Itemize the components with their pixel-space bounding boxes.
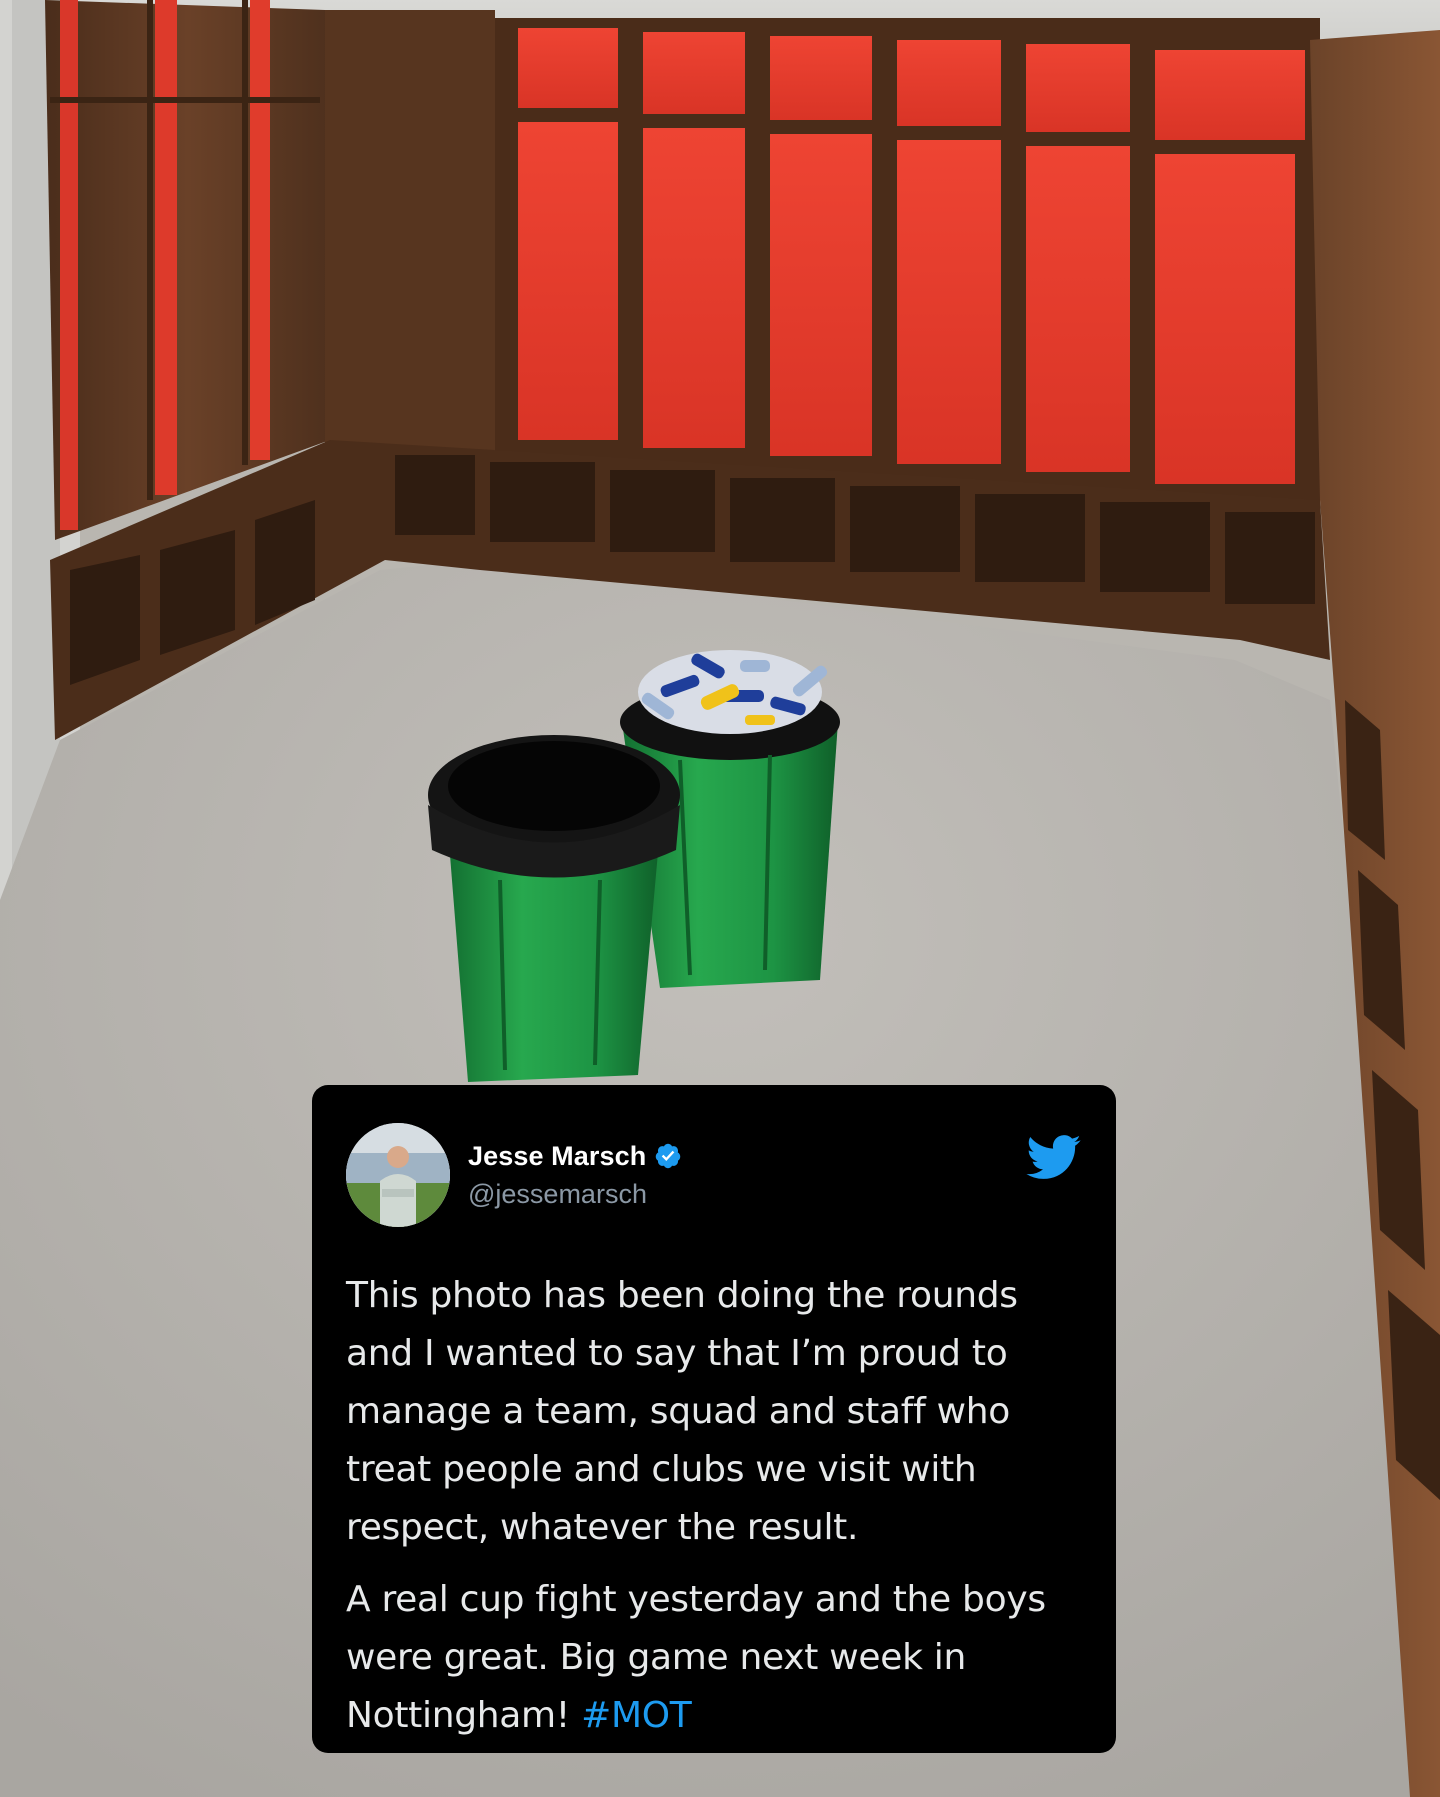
tweet-paragraph-2: A real cup fight yesterday and the boys … — [346, 1571, 1082, 1745]
tweet-header: Jesse Marsch @jessemarsch — [346, 1123, 1082, 1227]
tweet-paragraph-1: This photo has been doing the rounds and… — [346, 1275, 1018, 1548]
display-name[interactable]: Jesse Marsch — [468, 1141, 646, 1172]
hashtag-link[interactable]: #MOT — [581, 1695, 692, 1736]
handle[interactable]: @jessemarsch — [468, 1179, 682, 1210]
tweet-card[interactable]: Jesse Marsch @jessemarsch This photo has… — [312, 1085, 1116, 1753]
tweet-paragraph-2-text: A real cup fight yesterday and the boys … — [346, 1579, 1046, 1736]
tweet-author: Jesse Marsch @jessemarsch — [468, 1139, 682, 1210]
avatar[interactable] — [346, 1123, 450, 1227]
tweet-text: This photo has been doing the rounds and… — [346, 1267, 1082, 1745]
twitter-bird-icon[interactable] — [1026, 1135, 1082, 1181]
verified-badge-icon — [656, 1143, 681, 1169]
